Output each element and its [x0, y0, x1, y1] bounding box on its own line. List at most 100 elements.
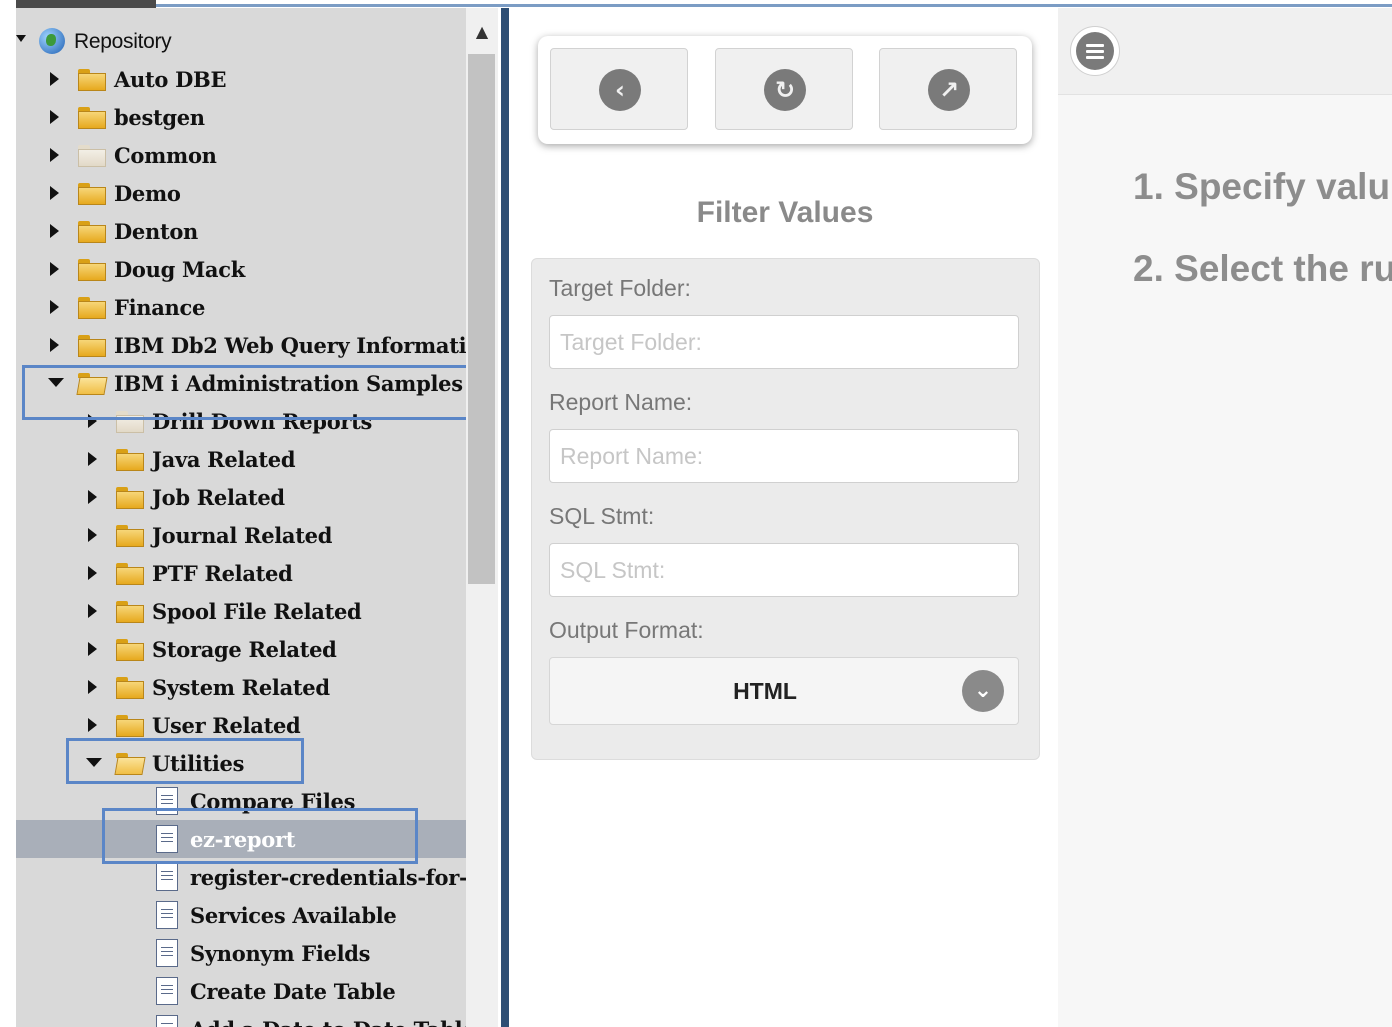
collapse-arrow-icon[interactable] — [88, 680, 97, 694]
collapse-arrow-icon[interactable] — [50, 338, 59, 352]
tree-item-services-available[interactable]: Services Available — [16, 896, 466, 934]
folder-icon — [116, 487, 144, 509]
tree-item-label: Java Related — [152, 447, 296, 472]
tree-item-synonym-fields[interactable]: Synonym Fields — [16, 934, 466, 972]
collapse-arrow-icon[interactable] — [88, 718, 97, 732]
instructions-panel: 1. Specify valu 2. Select the ru — [1058, 8, 1392, 1027]
report-name-input[interactable] — [549, 429, 1019, 483]
folder-icon — [116, 677, 144, 699]
collapse-arrow-icon[interactable] — [88, 414, 97, 428]
tree-item-java-related[interactable]: Java Related — [16, 440, 466, 478]
tree-item-bestgen[interactable]: bestgen — [16, 98, 466, 136]
tree-item-repository[interactable]: Repository — [16, 22, 466, 60]
collapse-arrow-icon[interactable] — [88, 566, 97, 580]
chevron-down-icon[interactable]: ⌄ — [962, 670, 1004, 712]
tree-item-label: IBM Db2 Web Query Information Center — [114, 333, 466, 358]
scroll-up-icon[interactable]: ▲ — [466, 20, 498, 44]
document-icon — [156, 863, 178, 891]
back-button[interactable]: ‹ — [550, 48, 688, 130]
tree-item-utilities[interactable]: Utilities — [16, 744, 466, 782]
tree-item-storage-related[interactable]: Storage Related — [16, 630, 466, 668]
share-button[interactable]: ↗ — [879, 48, 1017, 130]
scrollbar-thumb[interactable] — [468, 54, 495, 584]
top-strip-left — [16, 0, 156, 8]
tree-item-common[interactable]: Common — [16, 136, 466, 174]
tree-item-label: Synonym Fields — [190, 941, 371, 966]
collapse-arrow-icon[interactable] — [50, 224, 59, 238]
expand-arrow-icon[interactable] — [86, 758, 102, 767]
tree-item-finance[interactable]: Finance — [16, 288, 466, 326]
collapse-arrow-icon[interactable] — [50, 300, 59, 314]
instruction-step-1: 1. Specify valu — [1133, 166, 1391, 207]
tree-item-ibm-i-administration-samples[interactable]: IBM i Administration Samples — [16, 364, 466, 402]
toolbar: ‹ ↻ ↗ — [538, 36, 1032, 144]
tree-item-add-date-to-date-table[interactable]: Add a Date to Date Table — [16, 1010, 466, 1027]
collapse-arrow-icon[interactable] — [50, 148, 59, 162]
target-folder-input[interactable] — [549, 315, 1019, 369]
tree-item-auto-dbe[interactable]: Auto DBE — [16, 60, 466, 98]
collapse-arrow-icon[interactable] — [88, 642, 97, 656]
tree-item-label: ez-report — [190, 827, 296, 852]
tree-item-ez-report[interactable]: ez-report — [16, 820, 466, 858]
folder-icon — [78, 297, 106, 319]
tree-item-job-related[interactable]: Job Related — [16, 478, 466, 516]
repository-tree: Repository Auto DBE bestgen Common Demo … — [16, 8, 466, 1027]
output-format-select[interactable]: HTML ⌄ — [549, 657, 1019, 725]
tree-item-spool-file-related[interactable]: Spool File Related — [16, 592, 466, 630]
filter-title: Filter Values — [696, 196, 874, 229]
panel-splitter[interactable] — [498, 8, 512, 1027]
collapse-arrow-icon[interactable] — [50, 110, 59, 124]
document-icon — [156, 825, 178, 853]
collapse-arrow-icon[interactable] — [88, 604, 97, 618]
tree-item-label: bestgen — [114, 105, 205, 130]
tree-item-label: Repository — [74, 30, 172, 53]
folder-icon — [116, 601, 144, 623]
collapse-arrow-icon[interactable] — [88, 490, 97, 504]
instruction-step-2: 2. Select the ru — [1133, 248, 1392, 289]
open-folder-icon — [76, 373, 108, 395]
menu-button[interactable] — [1070, 26, 1120, 76]
menu-icon — [1076, 32, 1114, 70]
tree-item-system-related[interactable]: System Related — [16, 668, 466, 706]
sql-stmt-label: SQL Stmt: — [549, 503, 655, 529]
tree-item-create-date-table[interactable]: Create Date Table — [16, 972, 466, 1010]
output-format-value: HTML — [733, 678, 797, 704]
expand-arrow-icon[interactable] — [16, 35, 26, 42]
folder-icon — [78, 259, 106, 281]
tree-item-journal-related[interactable]: Journal Related — [16, 516, 466, 554]
folder-icon — [78, 69, 106, 91]
tree-item-label: register-credentials-for- — [190, 865, 466, 890]
output-format-label: Output Format: — [549, 617, 704, 643]
tree-item-doug-mack[interactable]: Doug Mack — [16, 250, 466, 288]
globe-icon — [39, 28, 65, 54]
tree-item-label: Journal Related — [152, 523, 333, 548]
document-icon — [156, 977, 178, 1005]
tree-scrollbar[interactable]: ▲ — [466, 8, 498, 1027]
top-strip — [156, 4, 1392, 7]
expand-arrow-icon[interactable] — [48, 378, 64, 387]
document-icon — [156, 901, 178, 929]
folder-icon — [78, 335, 106, 357]
folder-icon — [78, 183, 106, 205]
tree-item-denton[interactable]: Denton — [16, 212, 466, 250]
collapse-arrow-icon[interactable] — [50, 262, 59, 276]
collapse-arrow-icon[interactable] — [50, 186, 59, 200]
folder-icon — [116, 525, 144, 547]
tree-item-demo[interactable]: Demo — [16, 174, 466, 212]
tree-item-ptf-related[interactable]: PTF Related — [16, 554, 466, 592]
tree-item-compare-files[interactable]: Compare Files — [16, 782, 466, 820]
tree-item-ibm-db2-web-query[interactable]: IBM Db2 Web Query Information Center — [16, 326, 466, 364]
tree-item-drill-down-reports[interactable]: Drill Down Reports — [16, 402, 466, 440]
tree-item-label: Auto DBE — [114, 67, 227, 92]
tree-item-label: Create Date Table — [190, 979, 396, 1004]
tree-item-label: Doug Mack — [114, 257, 245, 282]
tree-item-user-related[interactable]: User Related — [16, 706, 466, 744]
collapse-arrow-icon[interactable] — [50, 72, 59, 86]
tree-item-register-credentials[interactable]: register-credentials-for- — [16, 858, 466, 896]
folder-icon — [116, 563, 144, 585]
target-folder-label: Target Folder: — [549, 275, 691, 301]
collapse-arrow-icon[interactable] — [88, 528, 97, 542]
refresh-button[interactable]: ↻ — [715, 48, 853, 130]
collapse-arrow-icon[interactable] — [88, 452, 97, 466]
sql-stmt-input[interactable] — [549, 543, 1019, 597]
